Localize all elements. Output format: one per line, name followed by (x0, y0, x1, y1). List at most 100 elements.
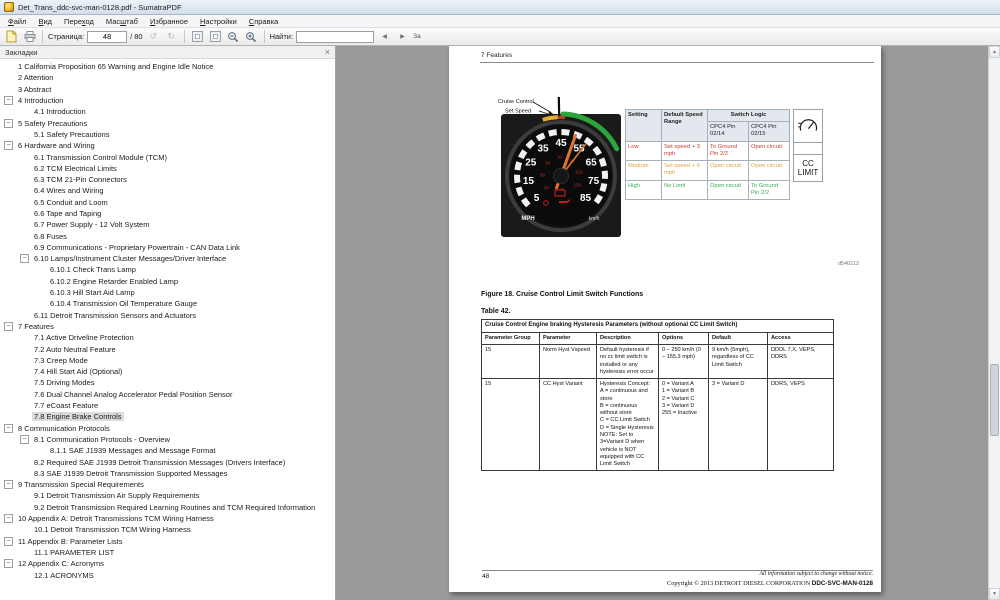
annotation-arrow (533, 102, 551, 113)
bookmark-item[interactable]: 9.1 Detroit Transmission Air Supply Requ… (0, 490, 335, 501)
bookmark-item[interactable]: 6.5 Conduit and Loom (0, 197, 335, 208)
collapse-icon[interactable]: − (4, 514, 13, 523)
menu-help[interactable]: Справка (243, 16, 284, 27)
fit-width-button[interactable] (190, 30, 205, 44)
bookmark-item[interactable]: 7.8 Engine Brake Controls (0, 411, 335, 422)
bookmark-item[interactable]: 8.2 Required SAE J1939 Detroit Transmiss… (0, 456, 335, 467)
collapse-icon[interactable]: − (4, 96, 13, 105)
menu-favorites[interactable]: Избранное (144, 16, 194, 27)
collapse-icon[interactable]: − (20, 254, 29, 263)
bookmarks-title: Закладки (5, 48, 37, 57)
bookmark-item[interactable]: −4 Introduction (0, 95, 335, 106)
bookmark-item[interactable]: −6.10 Lamps/Instrument Cluster Messages/… (0, 253, 335, 264)
gauge-mph-label: 65 (586, 158, 598, 169)
bookmark-item[interactable]: −12 Appendix C: Acronyms (0, 558, 335, 569)
bookmark-item[interactable]: 6.3 TCM 21-Pin Connectors (0, 174, 335, 185)
collapse-icon[interactable]: − (4, 322, 13, 331)
find-prev-button[interactable]: ◀ (377, 30, 392, 44)
col-pin2: CPC4 Pin 02/15 (749, 122, 790, 141)
collapse-icon[interactable]: − (20, 435, 29, 444)
fit-page-button[interactable] (208, 30, 223, 44)
find-next-button[interactable]: ▶ (395, 30, 410, 44)
collapse-icon[interactable]: − (4, 559, 13, 568)
bookmark-item[interactable]: 6.11 Detroit Transmission Sensors and Ac… (0, 310, 335, 321)
menu-settings[interactable]: Настройки (194, 16, 243, 27)
bookmark-item[interactable]: 7.6 Dual Channel Analog Accelerator Peda… (0, 389, 335, 400)
bookmark-item[interactable]: −11 Appendix B: Parameter Lists (0, 535, 335, 546)
bookmark-item[interactable]: 5.1 Safety Precautions (0, 129, 335, 140)
bookmark-item[interactable]: 6.1 Transmission Control Module (TCM) (0, 151, 335, 162)
bookmark-label: 12 Appendix C: Acronyms (16, 559, 106, 568)
doc-id: DDC-SVC-MAN-0128 (812, 580, 873, 587)
bookmark-item[interactable]: 1 California Proposition 65 Warning and … (0, 61, 335, 72)
nav-forward-button[interactable]: ↻ (164, 30, 179, 44)
bookmark-item[interactable]: 4.1 Introduction (0, 106, 335, 117)
bookmark-item[interactable]: 7.5 Driving Modes (0, 377, 335, 388)
bookmark-label: 7.4 Hill Start Aid (Optional) (32, 367, 124, 376)
close-icon[interactable]: × (325, 48, 330, 57)
col-switch-logic: Switch Logic (708, 110, 790, 122)
menu-view[interactable]: Вид (32, 16, 58, 27)
scroll-down-button[interactable]: ▼ (989, 588, 1000, 600)
open-file-button[interactable] (4, 30, 19, 44)
bookmark-item[interactable]: −9 Transmission Special Requirements (0, 479, 335, 490)
bookmark-label: 6.3 TCM 21-Pin Connectors (32, 175, 129, 184)
bookmark-item[interactable]: 11.1 PARAMETER LIST (0, 547, 335, 558)
collapse-icon[interactable]: − (4, 424, 13, 433)
bookmark-item[interactable]: 10.1 Detroit Transmission TCM Wiring Har… (0, 524, 335, 535)
bookmark-label: 6.10.1 Check Trans Lamp (48, 265, 138, 274)
bookmark-item[interactable]: −8 Communication Protocols (0, 423, 335, 434)
menu-zoom[interactable]: Масштаб (100, 16, 144, 27)
bookmark-item[interactable]: 6.9 Communications - Proprietary Powertr… (0, 242, 335, 253)
bookmark-item[interactable]: 7.4 Hill Start Aid (Optional) (0, 366, 335, 377)
menu-file[interactable]: Файл (2, 16, 32, 27)
scroll-up-button[interactable]: ▲ (989, 46, 1000, 58)
fit-page-icon (210, 31, 221, 42)
collapse-icon[interactable]: − (4, 141, 13, 150)
bookmark-item[interactable]: −10 Appendix A: Detroit Transmissions TC… (0, 513, 335, 524)
print-button[interactable] (22, 30, 37, 44)
bookmark-item[interactable]: 6.6 Tape and Taping (0, 208, 335, 219)
bookmark-item[interactable]: 6.10.2 Engine Retarder Enabled Lamp (0, 276, 335, 287)
bookmark-item[interactable]: 6.10.3 Hill Start Aid Lamp (0, 287, 335, 298)
vertical-scrollbar[interactable]: ▲ ▼ (988, 46, 1000, 600)
page-number-input[interactable] (87, 31, 127, 43)
find-input[interactable] (296, 31, 374, 43)
zoom-in-button[interactable] (244, 30, 259, 44)
bookmark-item[interactable]: 8.3 SAE J1939 Detroit Transmission Suppo… (0, 468, 335, 479)
bookmark-item[interactable]: 6.2 TCM Electrical Limits (0, 163, 335, 174)
collapse-icon[interactable]: − (4, 537, 13, 546)
collapse-icon[interactable]: − (4, 480, 13, 489)
col-options: Options (659, 332, 709, 344)
bookmark-label: 6.10.2 Engine Retarder Enabled Lamp (48, 277, 180, 286)
scrollbar-thumb[interactable] (990, 364, 999, 436)
needle-hub (554, 169, 569, 184)
bookmark-item[interactable]: −5 Safety Precautions (0, 117, 335, 128)
collapse-icon[interactable]: − (4, 119, 13, 128)
bookmark-item[interactable]: 7.3 Creep Mode (0, 355, 335, 366)
cell-range: Set speed + 3 mph (662, 141, 708, 160)
bookmark-item[interactable]: 3 Abstract (0, 84, 335, 95)
zoom-out-button[interactable] (226, 30, 241, 44)
bookmark-item[interactable]: 2 Attention (0, 72, 335, 83)
bookmark-item[interactable]: 6.4 Wires and Wiring (0, 185, 335, 196)
bookmark-item[interactable]: −7 Features (0, 321, 335, 332)
nav-back-button[interactable]: ↺ (146, 30, 161, 44)
col-default: Default (709, 332, 768, 344)
bookmark-item[interactable]: 6.8 Fuses (0, 230, 335, 241)
bookmark-item[interactable]: 12.1 ACRONYMS (0, 569, 335, 580)
cell: 0 = Variant A 1 = Variant B 2 = Variant … (659, 379, 709, 471)
menu-goto[interactable]: Переход (58, 16, 100, 27)
bookmark-item[interactable]: −8.1 Communication Protocols - Overview (0, 434, 335, 445)
bookmark-item[interactable]: 7.7 eCoast Feature (0, 400, 335, 411)
bookmark-item[interactable]: 6.10.1 Check Trans Lamp (0, 264, 335, 275)
bookmark-item[interactable]: 8.1.1 SAE J1939 Messages and Message For… (0, 445, 335, 456)
bookmark-item[interactable]: 6.7 Power Supply - 12 Volt System (0, 219, 335, 230)
bookmark-item[interactable]: 7.1 Active Driveline Protection (0, 332, 335, 343)
find-next-icon: ▶ (400, 34, 405, 40)
bookmark-item[interactable]: 6.10.4 Transmission Oil Temperature Gaug… (0, 298, 335, 309)
bookmark-item[interactable]: 9.2 Detroit Transmission Required Learni… (0, 502, 335, 513)
bookmark-label: 7.3 Creep Mode (32, 356, 90, 365)
bookmark-item[interactable]: 7.2 Auto Neutral Feature (0, 343, 335, 354)
bookmark-item[interactable]: −6 Hardware and Wiring (0, 140, 335, 151)
